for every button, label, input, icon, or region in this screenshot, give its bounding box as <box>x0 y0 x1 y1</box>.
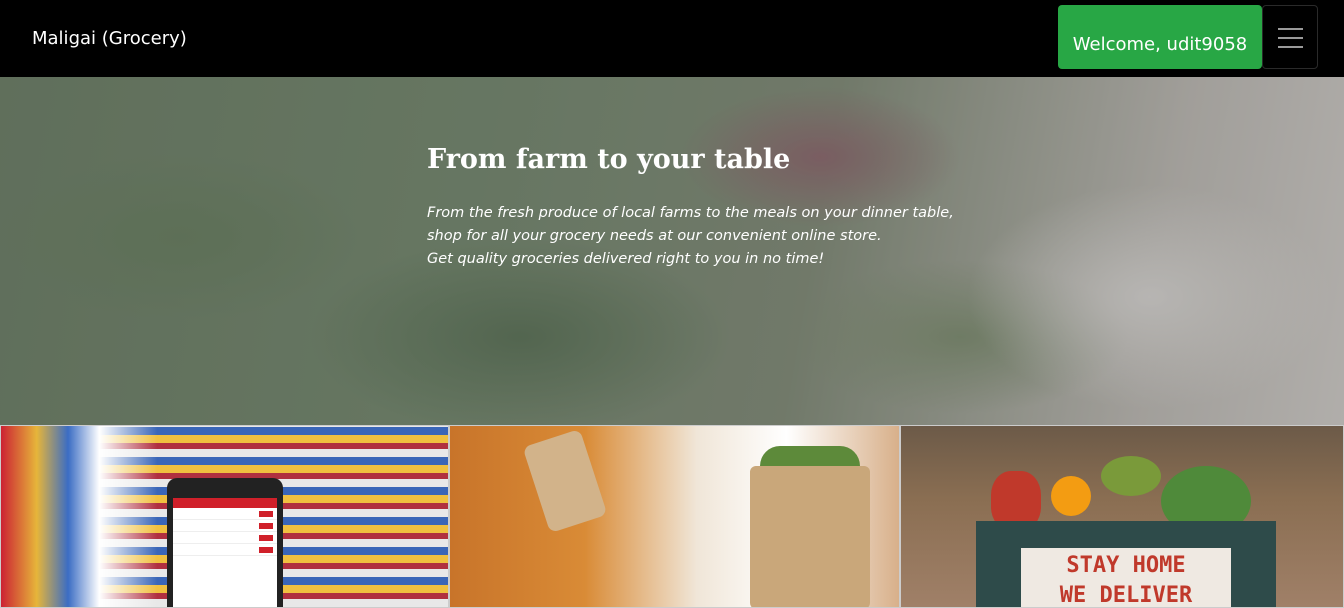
delivery-crate-image: STAY HOME WE DELIVER <box>900 425 1344 608</box>
herbs-illustration <box>1101 456 1161 496</box>
welcome-user-button[interactable]: Welcome, udit9058 <box>1058 5 1262 69</box>
feature-images-row: STAY HOME WE DELIVER <box>0 425 1344 608</box>
grocery-handoff-image <box>449 425 900 608</box>
hero-line: shop for all your grocery needs at our c… <box>427 228 882 244</box>
top-navbar: Maligai (Grocery) Welcome, udit9058 <box>0 0 1344 77</box>
navbar-toggler-button[interactable] <box>1262 5 1318 69</box>
hero-description: From the fresh produce of local farms to… <box>427 202 954 271</box>
paper-bag-illustration <box>750 466 870 607</box>
sign-line: STAY HOME <box>1066 553 1186 578</box>
mobile-shopping-image <box>0 425 449 608</box>
brand-link[interactable]: Maligai (Grocery) <box>32 27 187 51</box>
phone-illustration <box>167 478 283 607</box>
hero-line: From the fresh produce of local farms to… <box>427 205 954 221</box>
hero-banner: From farm to your table From the fresh p… <box>0 77 1344 425</box>
smartphone-hand-illustration <box>522 428 608 534</box>
sign-line: WE DELIVER <box>1059 583 1193 608</box>
hero-title: From farm to your table <box>427 144 791 175</box>
hero-line: Get quality groceries delivered right to… <box>427 251 825 267</box>
orange-illustration <box>1051 476 1091 516</box>
stay-home-sign: STAY HOME WE DELIVER <box>1021 548 1231 608</box>
